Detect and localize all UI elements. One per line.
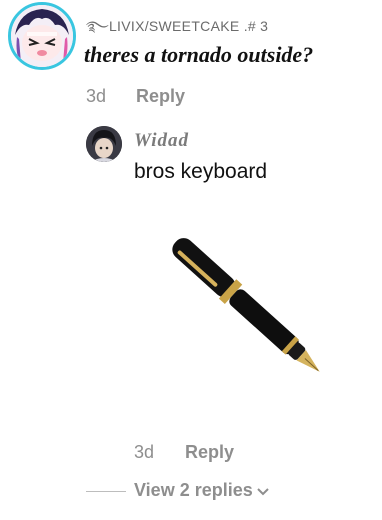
dark-hair-avatar-icon [86,126,122,162]
reply-avatar[interactable] [86,126,122,162]
commenter-avatar[interactable] [8,2,76,70]
divider [86,491,126,492]
fountain-pen-image [150,215,340,405]
reply-reply-button[interactable]: Reply [185,442,234,463]
reply-text: bros keyboard [134,160,268,183]
comment-timestamp: 3d [86,86,107,106]
comment-reply-button[interactable]: Reply [136,86,185,107]
view-replies-button[interactable]: View 2 replies [134,480,269,501]
view-replies-label: View 2 replies [134,480,253,500]
comment-text: theres a tornado outside? [84,42,314,67]
anime-avatar-icon [11,5,73,67]
reply-username[interactable]: Widad [134,130,189,152]
reply-timestamp: 3d [134,442,155,462]
chevron-down-icon [257,480,269,501]
